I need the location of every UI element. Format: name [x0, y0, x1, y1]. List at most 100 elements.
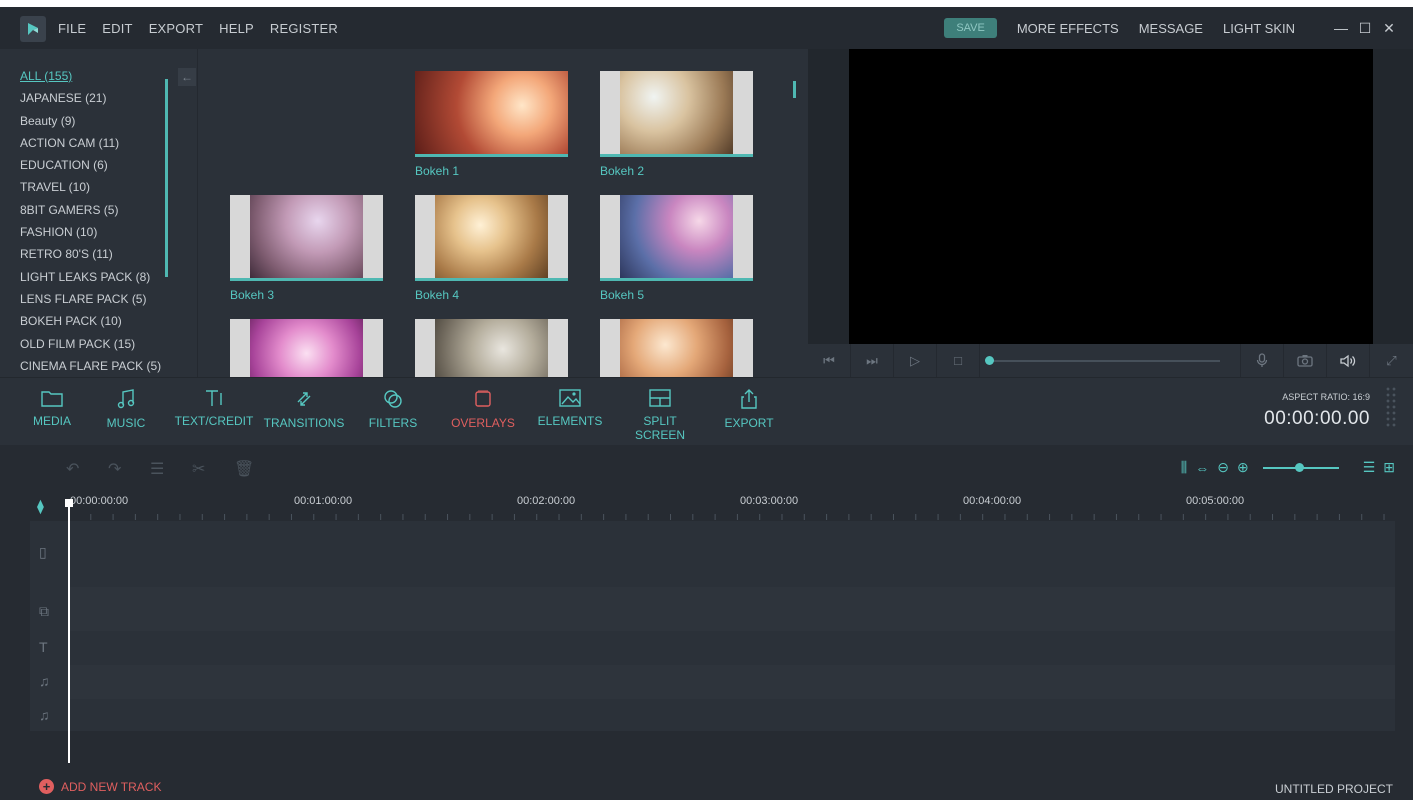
tool-split-screen[interactable]: SPLIT SCREEN — [617, 388, 703, 442]
media-item[interactable]: Bokeh 5 — [600, 195, 753, 302]
undo-icon[interactable]: ↶ — [66, 459, 108, 479]
category-scrollbar[interactable] — [165, 79, 168, 277]
tool-label: ELEMENTS — [537, 414, 603, 428]
resize-grip-icon[interactable] — [1385, 386, 1397, 428]
playhead[interactable] — [65, 499, 73, 763]
preview-panel: ⏮ ⏭ ▷ □ ⤢ — [808, 49, 1413, 377]
category-item[interactable]: 8BIT GAMERS (5) — [20, 203, 161, 225]
progress-knob[interactable] — [985, 356, 994, 365]
skip-start-icon[interactable]: ⏮ — [808, 344, 851, 377]
fullscreen-icon[interactable]: ⤢ — [1370, 344, 1413, 377]
track-header-column — [30, 521, 68, 731]
stop-icon[interactable]: □ — [937, 344, 980, 377]
media-item[interactable]: Bokeh 2 — [600, 71, 753, 178]
media-scrollbar[interactable] — [793, 81, 796, 98]
category-item[interactable]: ALL (155) — [20, 69, 161, 91]
media-item[interactable]: Bokeh 1 — [415, 71, 568, 178]
close-icon[interactable]: ✕ — [1377, 20, 1401, 37]
category-item[interactable]: ACTION CAM (11) — [20, 136, 161, 158]
zoom-out-icon[interactable]: ⊖ — [1217, 459, 1229, 476]
media-item[interactable] — [415, 319, 568, 377]
preview-screen — [849, 49, 1373, 344]
ruler-label: 00:04:00:00 — [963, 495, 1022, 507]
add-new-track-button[interactable]: + ADD NEW TRACK — [39, 779, 161, 794]
cut-icon[interactable]: ✂ — [192, 459, 234, 479]
category-item[interactable]: Beauty (9) — [20, 114, 161, 136]
list-view-icon[interactable]: ☰ — [1363, 459, 1376, 476]
volume-icon[interactable] — [1327, 344, 1370, 377]
save-button[interactable]: SAVE — [944, 18, 997, 38]
thumbnail — [600, 319, 753, 377]
message-link[interactable]: MESSAGE — [1139, 21, 1203, 36]
zoom-in-icon[interactable]: ⊕ — [1237, 459, 1249, 476]
zoom-slider[interactable] — [1262, 462, 1339, 472]
snap-icon[interactable]: ⧫ — [37, 498, 44, 515]
maximize-icon[interactable]: ☐ — [1353, 20, 1377, 37]
tool-music[interactable]: MUSIC — [103, 388, 149, 430]
tool-text-credit[interactable]: TEXT/CREDIT — [172, 388, 256, 428]
right-menu: SAVE MORE EFFECTS MESSAGE LIGHT SKIN — [944, 7, 1305, 49]
menu-register[interactable]: REGISTER — [270, 21, 338, 36]
audio-track-2[interactable] — [68, 699, 1395, 731]
light-skin-link[interactable]: LIGHT SKIN — [1223, 21, 1295, 36]
video-track[interactable] — [68, 521, 1395, 587]
tool-elements[interactable]: ELEMENTS — [537, 388, 603, 428]
ruler-label: 00:01:00:00 — [294, 495, 353, 507]
tool-filters[interactable]: FILTERS — [367, 388, 419, 430]
tool-export[interactable]: EXPORT — [722, 388, 776, 430]
grid-view-icon[interactable]: ⊞ — [1383, 459, 1395, 476]
project-name: UNTITLED PROJECT — [1274, 782, 1393, 796]
category-item[interactable]: EDUCATION (6) — [20, 158, 161, 180]
adjust-icon[interactable]: ☰ — [150, 459, 192, 479]
menu-edit[interactable]: EDIT — [102, 21, 132, 36]
aspect-ratio-label: ASPECT RATIO: 16:9 — [1282, 392, 1370, 402]
tool-media[interactable]: MEDIA — [30, 388, 74, 428]
category-item[interactable]: TRAVEL (10) — [20, 180, 161, 202]
thumbnail — [415, 319, 568, 377]
category-item[interactable]: LIGHT LEAKS PACK (8) — [20, 270, 161, 292]
audio-mixer-icon[interactable]: ⫼ — [1181, 459, 1187, 476]
media-item[interactable] — [230, 319, 383, 377]
minimize-icon[interactable]: — — [1329, 20, 1353, 36]
collapse-panel-icon[interactable]: ← — [178, 68, 196, 86]
overlay-track[interactable] — [68, 587, 1395, 631]
tool-label: MEDIA — [32, 414, 71, 428]
more-effects-link[interactable]: MORE EFFECTS — [1017, 21, 1119, 36]
audio-track-1[interactable] — [68, 665, 1395, 699]
menu-help[interactable]: HELP — [219, 21, 254, 36]
media-item[interactable]: Bokeh 4 — [415, 195, 568, 302]
tool-label: MUSIC — [106, 416, 146, 430]
fit-timeline-icon[interactable]: ⇔ — [1195, 460, 1209, 476]
media-item[interactable] — [600, 319, 753, 377]
music-track-icon: ♫ — [39, 673, 50, 689]
text-track[interactable] — [68, 631, 1395, 665]
zoom-knob[interactable] — [1294, 462, 1304, 472]
category-item[interactable]: OLD FILM PACK (15) — [20, 337, 161, 359]
progress-track — [988, 360, 1220, 362]
category-panel: ALL (155) JAPANESE (21) Beauty (9) ACTIO… — [0, 49, 198, 377]
title-bar: FILE EDIT EXPORT HELP REGISTER SAVE MORE… — [0, 7, 1415, 49]
category-item[interactable]: BOKEH PACK (10) — [20, 314, 161, 336]
category-item[interactable]: RETRO 80'S (11) — [20, 247, 161, 269]
snapshot-icon[interactable] — [1284, 344, 1327, 377]
menu-export[interactable]: EXPORT — [149, 21, 203, 36]
thumbnail — [415, 71, 568, 157]
media-item[interactable]: Bokeh 3 — [230, 195, 383, 302]
music-note-icon — [117, 389, 135, 409]
folder-icon — [41, 391, 63, 407]
playback-progress[interactable] — [980, 344, 1241, 377]
category-item[interactable]: FASHION (10) — [20, 225, 161, 247]
thumbnail — [415, 195, 568, 281]
play-icon[interactable]: ▷ — [894, 344, 937, 377]
category-item[interactable]: LENS FLARE PACK (5) — [20, 292, 161, 314]
step-forward-icon[interactable]: ⏭ — [851, 344, 894, 377]
export-icon — [741, 389, 757, 409]
tool-overlays[interactable]: OVERLAYS — [448, 388, 518, 430]
menu-file[interactable]: FILE — [58, 21, 86, 36]
tool-transitions[interactable]: TRANSITIONS — [260, 388, 348, 430]
redo-icon[interactable]: ↷ — [108, 459, 150, 479]
delete-icon[interactable]: 🗑 — [234, 459, 276, 479]
timeline-tools: ↶ ↷ ☰ ✂ 🗑 — [66, 459, 276, 479]
microphone-icon[interactable] — [1241, 344, 1284, 377]
category-item[interactable]: JAPANESE (21) — [20, 91, 161, 113]
